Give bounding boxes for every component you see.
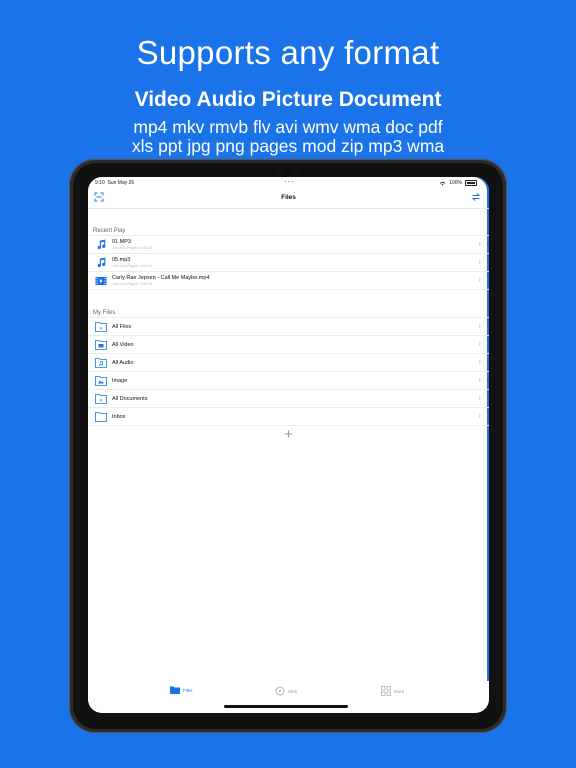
documents-folder-icon: B: [94, 392, 108, 406]
recent-item-name: Carly Rae Jepsen - Call Me Maybe.mp4: [112, 275, 210, 281]
status-bar: 9:10 Sun May 26 ··· 100%: [88, 177, 489, 188]
status-time-date: 9:10 Sun May 26: [95, 180, 135, 186]
tab-label: Web: [288, 688, 298, 694]
page-title: Files: [281, 194, 296, 201]
my-files-item-label: Inbox: [112, 413, 126, 420]
music-note-icon: [94, 256, 108, 270]
recent-item-sub: Just now Played: 0:00:06: [112, 282, 153, 286]
recent-play-list: 01.MP3 Just now Played: 0:00:08 › 05.mp3…: [88, 235, 489, 290]
transfer-icon[interactable]: [471, 192, 481, 202]
image-folder-icon: [94, 374, 108, 388]
app-screen: 9:10 Sun May 26 ··· 100% Files Recent Pl…: [88, 177, 489, 713]
my-files-item-label: Image: [112, 377, 128, 384]
tab-more[interactable]: More: [381, 686, 404, 696]
status-right: 100%: [439, 180, 477, 186]
chevron-right-icon: ›: [478, 393, 481, 402]
all-files-folder-icon: A: [94, 320, 108, 334]
promo-subheadline: Video Audio Picture Document: [134, 88, 442, 111]
chevron-right-icon: ›: [478, 375, 481, 384]
my-files-item-all-files[interactable]: A All Files ›: [88, 318, 489, 336]
compass-icon: [275, 686, 285, 696]
chevron-right-icon: ›: [478, 257, 481, 266]
recent-play-title: Recent Play: [93, 228, 126, 234]
multitask-dots[interactable]: ···: [284, 178, 295, 186]
svg-text:A: A: [100, 326, 103, 331]
battery-percent: 100%: [449, 180, 462, 186]
battery-icon: [465, 180, 477, 186]
inbox-folder-icon: [94, 410, 108, 424]
promo-headline: Supports any format: [136, 34, 440, 71]
tab-bar: Files Web More: [88, 681, 489, 713]
video-file-icon: [94, 274, 108, 288]
my-files-item-label: All Video: [112, 341, 134, 348]
chevron-right-icon: ›: [478, 411, 481, 420]
tab-label: Files: [183, 687, 193, 693]
chevron-right-icon: ›: [478, 357, 481, 366]
my-files-item-all-audio[interactable]: All Audio ›: [88, 354, 489, 372]
chevron-right-icon: ›: [478, 321, 481, 330]
my-files-item-label: All Files: [112, 323, 132, 330]
my-files-item-all-documents[interactable]: B All Documents ›: [88, 390, 489, 408]
home-indicator[interactable]: [224, 705, 348, 708]
chevron-right-icon: ›: [478, 275, 481, 284]
my-files-item-inbox[interactable]: Inbox ›: [88, 408, 489, 426]
recent-item-sub: Just now Played: 0:00:08: [112, 246, 153, 250]
my-files-item-all-video[interactable]: All Video ›: [88, 336, 489, 354]
recent-item[interactable]: 01.MP3 Just now Played: 0:00:08 ›: [88, 236, 489, 254]
recent-item-name: 05.mp3: [112, 257, 131, 263]
nav-bar: Files: [88, 188, 489, 209]
tab-label: More: [394, 688, 405, 694]
add-button[interactable]: +: [88, 427, 489, 442]
music-note-icon: [94, 238, 108, 252]
tab-files[interactable]: Files: [170, 686, 193, 694]
my-files-title: My Files: [93, 310, 116, 316]
svg-text:B: B: [100, 398, 103, 403]
recent-item[interactable]: Carly Rae Jepsen - Call Me Maybe.mp4 Jus…: [88, 272, 489, 290]
chevron-right-icon: ›: [478, 339, 481, 348]
my-files-item-label: All Documents: [112, 395, 148, 402]
video-folder-icon: [94, 338, 108, 352]
chevron-right-icon: ›: [478, 239, 481, 248]
formats-line-2: xls ppt jpg png pages mod zip mp3 wma: [131, 136, 445, 156]
my-files-item-image[interactable]: Image ›: [88, 372, 489, 390]
grid-icon: [381, 686, 391, 696]
my-files-item-label: All Audio: [112, 359, 134, 366]
tab-web[interactable]: Web: [275, 686, 297, 696]
recent-item-name: 01.MP3: [112, 239, 131, 245]
formats-line-1: mp4 mkv rmvb flv avi wmv wma doc pdf: [133, 117, 443, 137]
audio-folder-icon: [94, 356, 108, 370]
folder-icon: [170, 686, 180, 694]
recent-item[interactable]: 05.mp3 Just now Played: 0:00:01 ›: [88, 254, 489, 272]
recent-item-sub: Just now Played: 0:00:01: [112, 264, 153, 268]
wifi-icon: [440, 181, 446, 185]
my-files-list: A All Files › All Video › All Audio › Im…: [88, 317, 489, 426]
camera-bar: [270, 170, 306, 175]
